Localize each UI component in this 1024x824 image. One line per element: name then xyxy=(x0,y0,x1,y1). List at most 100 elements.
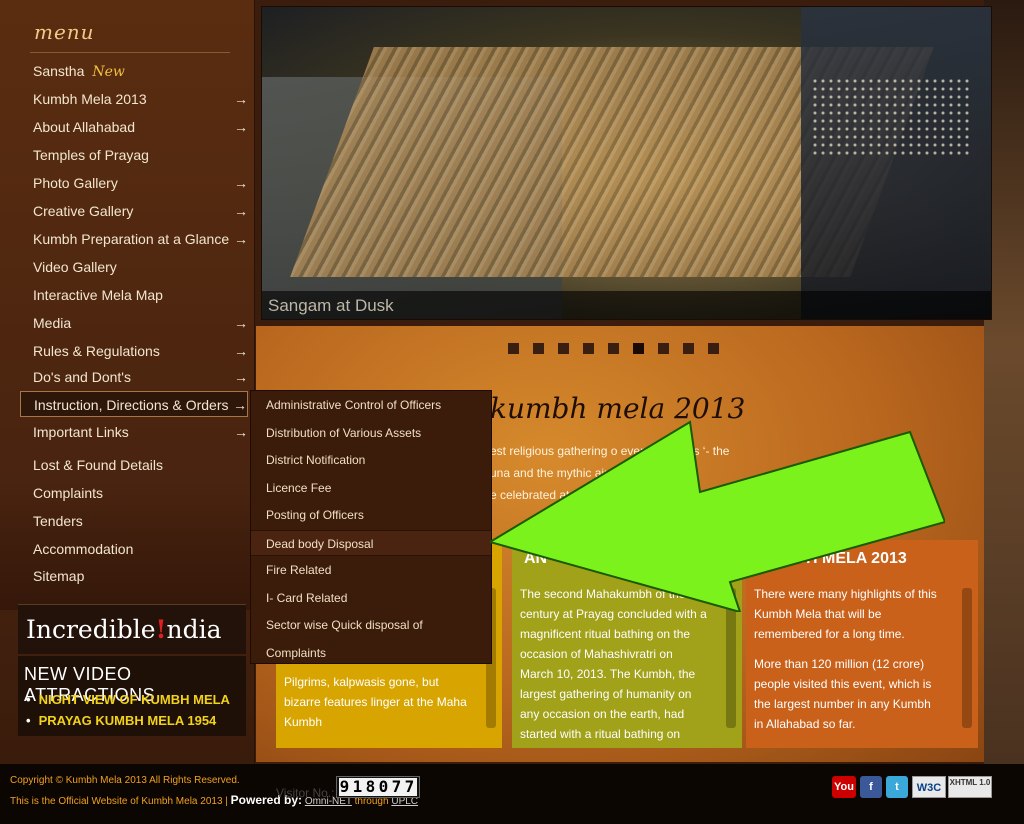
sidebar-item-label: Rules & Regulations xyxy=(33,343,160,359)
news-text-line: Pilgrims, kalpwasis gone, but xyxy=(284,675,439,689)
counter-digit: 0 xyxy=(378,777,391,796)
sidebar-item[interactable]: Temples of Prayag xyxy=(20,142,248,168)
slider-dot[interactable] xyxy=(608,343,619,354)
slider-dot[interactable] xyxy=(583,343,594,354)
hero-night-area xyxy=(801,7,991,319)
youtube-icon[interactable]: You xyxy=(832,776,856,798)
sidebar-item[interactable]: About Allahabad → xyxy=(20,114,248,140)
arrow-right-icon: → xyxy=(234,231,248,247)
news-text-line: people visited this event, which is xyxy=(754,677,932,691)
sidebar-item-label: Creative Gallery xyxy=(33,203,134,219)
xhtml-badge-icon[interactable]: XHTML 1.0 xyxy=(948,776,992,798)
sidebar-item[interactable]: Media → xyxy=(20,310,248,336)
sidebar-item-label: Tenders xyxy=(33,513,83,529)
video-link-night-view[interactable]: NIGHT VIEW OF KUMBH MELA xyxy=(26,692,230,707)
submenu-item[interactable]: Distribution of Various Assets xyxy=(251,420,491,446)
sidebar-item[interactable]: Lost & Found Details xyxy=(20,452,248,478)
sidebar-item-label: Complaints xyxy=(33,485,104,501)
sidebar-item-label: Sitemap xyxy=(33,568,85,584)
news-text-1: Pilgrims, kalpwasis gone, but bizarre fe… xyxy=(284,672,467,732)
slider-dot[interactable] xyxy=(558,343,569,354)
footer: Copyright © Kumbh Mela 2013 All Rights R… xyxy=(0,764,1024,824)
submenu-item[interactable]: Licence Fee xyxy=(251,475,491,501)
slider-dot[interactable] xyxy=(683,343,694,354)
sidebar-item-label: Interactive Mela Map xyxy=(33,287,163,303)
sidebar-item[interactable]: Interactive Mela Map xyxy=(20,282,248,308)
sidebar-item[interactable]: Rules & Regulations → xyxy=(20,338,248,364)
sidebar-item[interactable]: Sitemap xyxy=(20,563,248,589)
arrow-right-icon: → xyxy=(234,424,248,440)
counter-digit: 9 xyxy=(339,777,352,796)
submenu-item[interactable]: Posting of Officers xyxy=(251,502,491,528)
sidebar-item[interactable]: Instruction, Directions & Orders → xyxy=(20,391,248,417)
counter-digit: 1 xyxy=(352,777,365,796)
logo-text-incredible: Incredible xyxy=(26,615,156,644)
submenu-item[interactable]: District Notification xyxy=(251,447,491,473)
facebook-icon[interactable]: f xyxy=(860,776,882,798)
video-link-prayag-1954[interactable]: PRAYAG KUMBH MELA 1954 xyxy=(26,713,217,728)
sidebar-item-label: Temples of Prayag xyxy=(33,147,149,163)
news-text-line: any occasion on the earth, had xyxy=(520,707,685,721)
sidebar-item[interactable]: Do's and Dont's → xyxy=(20,364,248,390)
news-text-line: March 10, 2013. The Kumbh, the xyxy=(520,667,696,681)
counter-digit: 7 xyxy=(391,777,404,796)
news-text-line: largest gathering of humanity on xyxy=(520,687,692,701)
incredible-india-logo[interactable]: Incredible!ndia xyxy=(18,604,246,654)
sidebar-item[interactable]: Kumbh Preparation at a Glance → xyxy=(20,226,248,252)
submenu-item[interactable]: Dead body Disposal xyxy=(251,529,491,556)
news-text-line: More than 120 million (12 crore) xyxy=(754,657,925,671)
slider-dot[interactable] xyxy=(658,343,669,354)
sidebar-item[interactable]: Creative Gallery → xyxy=(20,198,248,224)
column-3-scrollbar[interactable] xyxy=(962,588,972,728)
slider-dot[interactable] xyxy=(508,343,519,354)
sidebar-item-label: Accommodation xyxy=(33,541,134,557)
sidebar-item[interactable]: Complaints xyxy=(20,480,248,506)
twitter-icon[interactable]: t xyxy=(886,776,908,798)
arrow-right-icon: → xyxy=(234,91,248,107)
news-text-line: remembered for a long time. xyxy=(754,627,905,641)
sidebar-item[interactable]: Sanstha New xyxy=(20,58,248,84)
new-video-attractions: NEW VIDEO ATTRACTIONS NIGHT VIEW OF KUMB… xyxy=(18,656,246,736)
sidebar-item-label: Lost & Found Details xyxy=(33,457,163,473)
sidebar-item[interactable]: Video Gallery xyxy=(20,254,248,280)
sidebar-item-label: Media xyxy=(33,315,72,331)
news-spacer xyxy=(754,644,937,654)
sidebar-item-label: Important Links xyxy=(33,424,129,440)
submenu-item[interactable]: Administrative Control of Officers xyxy=(251,392,491,418)
news-text-line: bizarre features linger at the Maha xyxy=(284,695,467,709)
submenu-item[interactable]: Sector wise Quick disposal of xyxy=(251,612,491,638)
hero-lights xyxy=(811,77,971,157)
sidebar-item-label: Do's and Dont's xyxy=(33,369,131,385)
official-label: This is the Official Website of Kumbh Me… xyxy=(10,796,228,807)
news-text-line: occasion of Mahashivratri on xyxy=(520,647,673,661)
submenu-item[interactable]: Complaints xyxy=(251,640,491,666)
sidebar-item[interactable]: Tenders xyxy=(20,508,248,534)
arrow-right-icon: → xyxy=(234,203,248,219)
slider-dot[interactable] xyxy=(633,343,644,354)
sidebar-item-label: Sanstha xyxy=(33,63,85,79)
sidebar-item-label: About Allahabad xyxy=(33,119,135,135)
sidebar-item[interactable]: Accommodation xyxy=(20,536,248,562)
submenu-item[interactable]: I- Card Related xyxy=(251,585,491,611)
w3c-badge-icon[interactable]: W3C xyxy=(912,776,946,798)
arrow-right-icon: → xyxy=(234,175,248,191)
sidebar-item-label: Photo Gallery xyxy=(33,175,118,191)
sidebar-item[interactable]: Kumbh Mela 2013 → xyxy=(20,86,248,112)
hero-slideshow[interactable]: Sangam at Dusk xyxy=(261,6,992,320)
slider-dot[interactable] xyxy=(708,343,719,354)
visitor-counter: 918077 xyxy=(336,776,420,798)
arrow-right-icon: → xyxy=(234,119,248,135)
sidebar-item-label: Kumbh Preparation at a Glance xyxy=(33,231,230,247)
sidebar-item[interactable]: Important Links → xyxy=(20,419,248,445)
hero-caption: Sangam at Dusk xyxy=(262,291,991,319)
arrow-right-icon: → xyxy=(233,397,247,413)
slider-dot[interactable] xyxy=(533,343,544,354)
sidebar-item[interactable]: Photo Gallery → xyxy=(20,170,248,196)
logo-text-india: ndia xyxy=(166,615,222,644)
visitor-label: Visitor No.: xyxy=(276,786,335,800)
menu-divider xyxy=(30,52,230,53)
news-text-line: Kumbh xyxy=(284,715,323,729)
counter-digit: 7 xyxy=(404,777,417,796)
news-text-line: in Allahabad so far. xyxy=(754,717,856,731)
submenu-item[interactable]: Fire Related xyxy=(251,557,491,583)
